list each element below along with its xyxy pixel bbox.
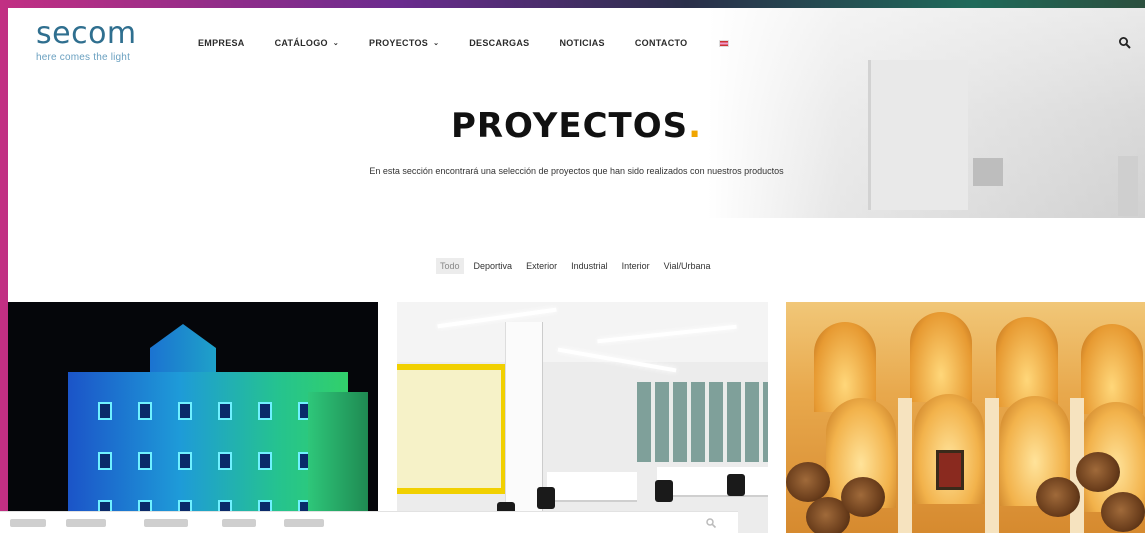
- page-title-text: PROYECTOS: [450, 106, 689, 146]
- nav-item-label: PROYECTOS: [369, 38, 429, 48]
- building-window: [98, 402, 112, 420]
- office-chair: [537, 487, 555, 509]
- building-window: [258, 402, 272, 420]
- nav-item-proyectos[interactable]: PROYECTOS ⌄: [369, 38, 439, 48]
- cellar-arch: [910, 312, 972, 402]
- project-tile-cellar[interactable]: [786, 302, 1145, 533]
- filter-todo[interactable]: Todo: [436, 258, 464, 274]
- search-icon: [706, 518, 717, 529]
- logo-tagline: here comes the light: [36, 52, 131, 63]
- main-nav: EMPRESA CATÁLOGO ⌄ PROYECTOS ⌄ DESCARGAS…: [198, 38, 759, 48]
- search-icon: [1119, 37, 1131, 49]
- blurred-nav-item: [222, 519, 256, 527]
- building-window: [218, 452, 232, 470]
- cellar-pillar: [985, 398, 999, 533]
- page-subtitle: En esta sección encontrará una selección…: [369, 166, 784, 176]
- illuminated-building-image: [68, 372, 348, 533]
- office-chair: [727, 474, 745, 496]
- wine-barrel: [841, 477, 885, 517]
- office-chair: [655, 480, 673, 502]
- office-desk: [657, 467, 768, 497]
- nav-item-contacto[interactable]: CONTACTO: [635, 38, 688, 48]
- building-window: [138, 402, 152, 420]
- office-desk: [547, 472, 637, 502]
- wine-barrel: [1076, 452, 1120, 492]
- blurred-nav-item: [66, 519, 106, 527]
- project-filters: Todo Deportiva Exterior Industrial Inter…: [436, 258, 715, 274]
- cellar-arch: [1081, 324, 1143, 414]
- nav-item-label: NOTICIAS: [559, 38, 605, 48]
- filter-interior[interactable]: Interior: [618, 258, 654, 274]
- filter-industrial[interactable]: Industrial: [567, 258, 612, 274]
- wine-barrel: [786, 462, 830, 502]
- project-tile-office[interactable]: [397, 302, 768, 533]
- blurred-nav-item: [144, 519, 188, 527]
- filter-exterior[interactable]: Exterior: [522, 258, 561, 274]
- blurred-nav-item: [284, 519, 324, 527]
- chevron-down-icon: ⌄: [433, 40, 440, 47]
- nav-item-label: EMPRESA: [198, 38, 245, 48]
- nav-item-label: CONTACTO: [634, 38, 688, 48]
- search-button[interactable]: [1118, 36, 1132, 50]
- cellar-pillar: [898, 398, 912, 533]
- project-tile-building[interactable]: [8, 302, 378, 533]
- wine-barrel: [1101, 492, 1145, 532]
- page-title: PROYECTOS.: [8, 106, 1145, 146]
- filter-deportiva[interactable]: Deportiva: [470, 258, 517, 274]
- overlapping-window-fragment: [0, 511, 738, 533]
- blurred-nav-item: [10, 519, 46, 527]
- page-title-dot: .: [688, 106, 703, 146]
- cellar-arch: [996, 317, 1058, 407]
- building-window: [218, 402, 232, 420]
- building-window: [98, 452, 112, 470]
- office-windows: [637, 382, 768, 462]
- cellar-painting: [936, 450, 964, 490]
- filter-vial-urbana[interactable]: Vial/Urbana: [660, 258, 715, 274]
- chevron-down-icon: ⌄: [332, 40, 340, 47]
- building-window: [258, 452, 272, 470]
- nav-item-empresa[interactable]: EMPRESA: [198, 38, 245, 48]
- nav-item-catalogo[interactable]: CATÁLOGO ⌄: [275, 38, 339, 48]
- site-logo[interactable]: secom here comes the light: [36, 18, 166, 70]
- nav-item-noticias[interactable]: NOTICIAS: [559, 38, 604, 48]
- building-window: [178, 452, 192, 470]
- nav-item-label: DESCARGAS: [469, 38, 530, 48]
- wine-barrel: [1036, 477, 1080, 517]
- building-window: [138, 452, 152, 470]
- language-switcher[interactable]: [717, 39, 730, 47]
- logo-wordmark: secom: [36, 16, 137, 51]
- nav-item-label: CATÁLOGO: [274, 38, 328, 48]
- uk-flag-icon: [719, 39, 730, 47]
- office-yellow-partition: [397, 364, 507, 494]
- web-page: secom here comes the light EMPRESA CATÁL…: [8, 8, 1145, 533]
- building-window: [178, 402, 192, 420]
- nav-item-descargas[interactable]: DESCARGAS: [469, 38, 529, 48]
- hero-background-frame: [1118, 156, 1138, 216]
